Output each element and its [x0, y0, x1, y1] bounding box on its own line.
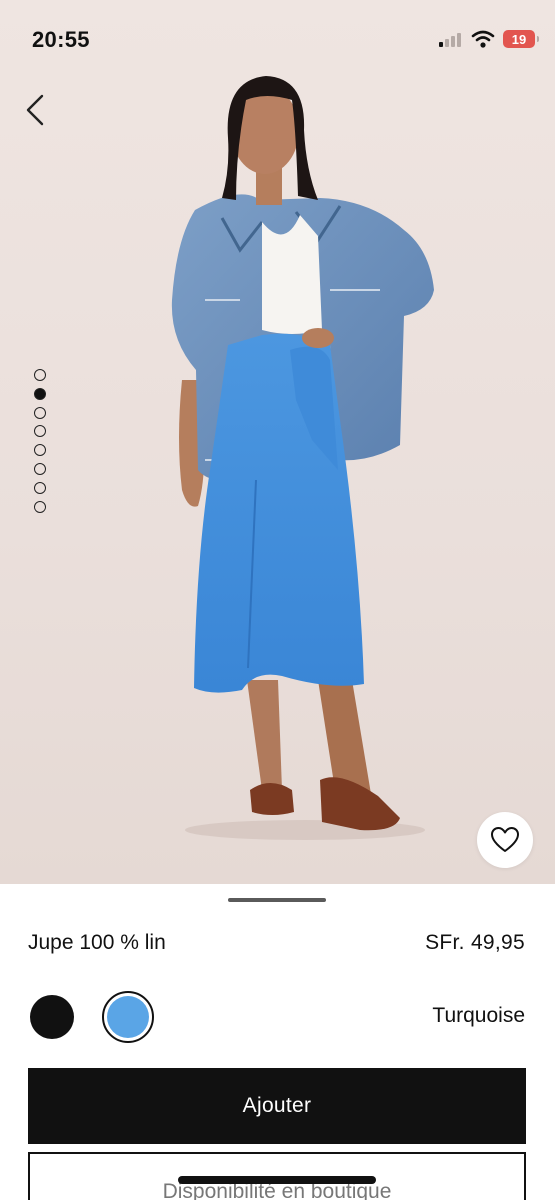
- pager-dot[interactable]: [34, 462, 46, 475]
- color-swatch-turquoise-selected[interactable]: [102, 991, 154, 1043]
- pager-dot[interactable]: [34, 444, 46, 457]
- pager-dot[interactable]: [34, 425, 46, 438]
- selected-color-name: Turquoise: [432, 1004, 525, 1027]
- product-photo: [171, 76, 434, 840]
- pager-dot[interactable]: [34, 481, 46, 494]
- battery-level: 19: [511, 31, 527, 47]
- chevron-left-icon: [26, 94, 44, 126]
- product-image-gallery[interactable]: 20:55 19: [0, 0, 555, 884]
- add-to-cart-button[interactable]: Ajouter: [28, 1068, 526, 1144]
- pager-dot[interactable]: [34, 406, 46, 419]
- favorite-button[interactable]: [477, 812, 533, 868]
- product-price: SFr. 49,95: [425, 931, 525, 954]
- add-button-label: Ajouter: [242, 1094, 312, 1117]
- status-icons: 19: [439, 30, 539, 48]
- status-bar: 20:55 19: [0, 0, 555, 80]
- home-indicator[interactable]: [178, 1176, 376, 1184]
- color-swatch-black[interactable]: [30, 995, 74, 1039]
- battery-icon: 19: [503, 30, 539, 48]
- pager-dot[interactable]: [34, 369, 46, 381]
- heart-icon: [491, 827, 519, 852]
- status-time: 20:55: [32, 27, 90, 52]
- cellular-signal-icon: [439, 33, 461, 47]
- pager-dot[interactable]: [34, 500, 46, 513]
- back-button[interactable]: [20, 90, 56, 130]
- wifi-icon: [471, 30, 495, 48]
- pager-dot-active[interactable]: [34, 387, 46, 400]
- color-swatch-fill: [107, 996, 149, 1038]
- sheet-grabber[interactable]: [228, 898, 326, 902]
- product-name: Jupe 100 % lin: [28, 931, 166, 954]
- product-sheet: Jupe 100 % lin SFr. 49,95 Turquoise Ajou…: [0, 884, 555, 1200]
- image-pager[interactable]: [34, 369, 48, 519]
